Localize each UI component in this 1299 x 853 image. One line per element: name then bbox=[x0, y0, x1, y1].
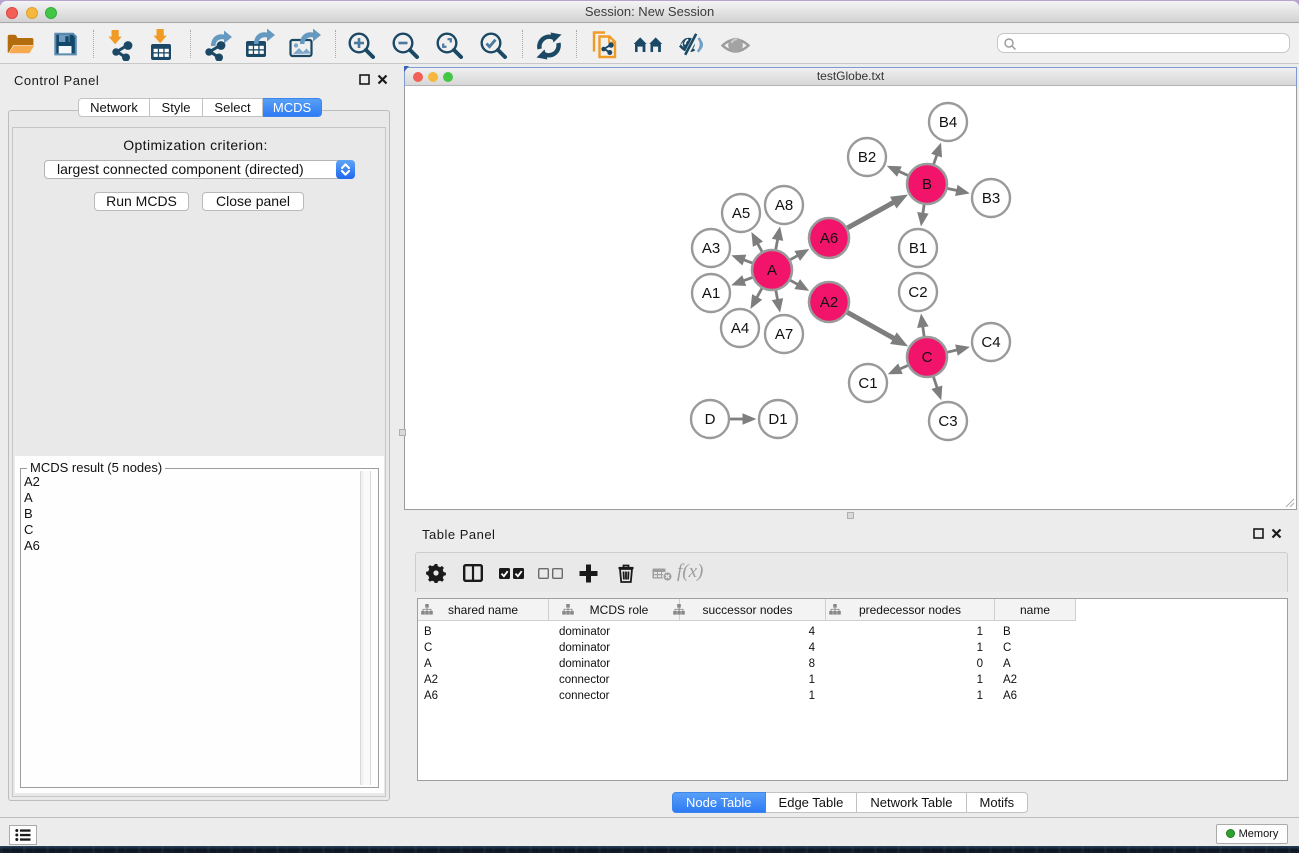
svg-text:D: D bbox=[705, 411, 716, 428]
svg-text:A7: A7 bbox=[775, 326, 793, 343]
svg-text:B1: B1 bbox=[909, 240, 927, 257]
svg-text:C1: C1 bbox=[858, 375, 877, 392]
svg-text:B: B bbox=[922, 176, 932, 193]
svg-text:D1: D1 bbox=[768, 411, 787, 428]
svg-text:A2: A2 bbox=[820, 294, 838, 311]
svg-text:A3: A3 bbox=[702, 240, 720, 257]
svg-text:A6: A6 bbox=[820, 230, 838, 247]
svg-text:B3: B3 bbox=[982, 190, 1000, 207]
svg-text:A: A bbox=[767, 262, 777, 279]
svg-text:C2: C2 bbox=[908, 284, 927, 301]
svg-text:B4: B4 bbox=[939, 114, 957, 131]
svg-text:C: C bbox=[922, 349, 933, 366]
svg-text:A5: A5 bbox=[732, 205, 750, 222]
svg-text:B2: B2 bbox=[858, 149, 876, 166]
svg-text:C3: C3 bbox=[938, 413, 957, 430]
svg-text:A8: A8 bbox=[775, 197, 793, 214]
svg-text:f(x): f(x) bbox=[677, 562, 703, 582]
svg-text:A1: A1 bbox=[702, 285, 720, 302]
svg-text:A4: A4 bbox=[731, 320, 749, 337]
svg-text:C4: C4 bbox=[981, 334, 1000, 351]
